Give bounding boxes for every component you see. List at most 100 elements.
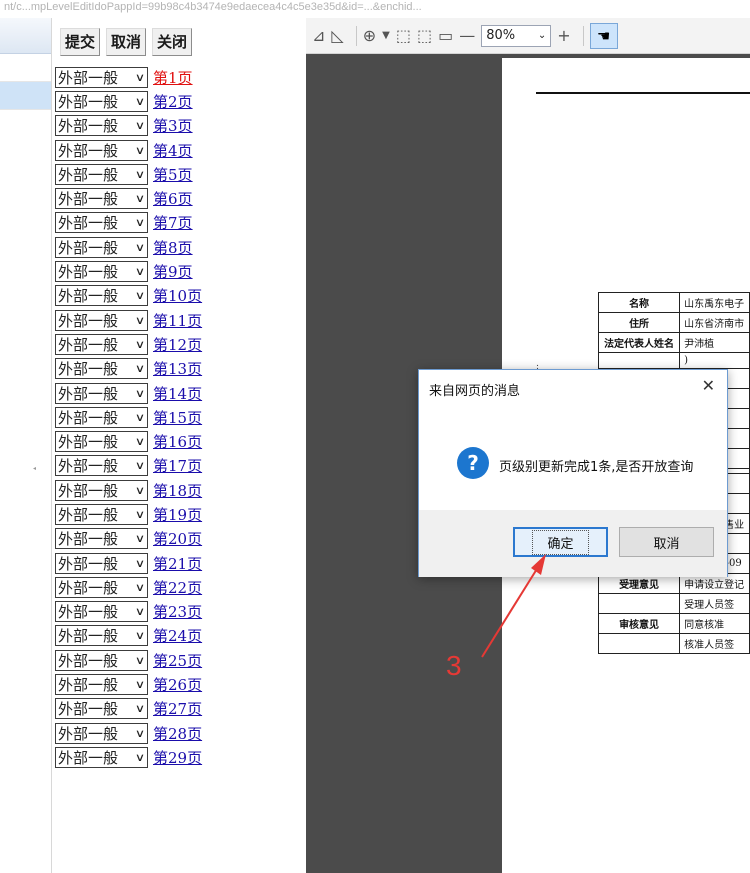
level-select[interactable]: 外部一般 ∨ (55, 479, 148, 501)
level-select-value: 外部一般 (58, 92, 119, 111)
level-select[interactable]: 外部一般 ∨ (55, 552, 148, 574)
level-select[interactable]: 外部一般 ∨ (55, 674, 148, 696)
level-select[interactable]: 外部一般 ∨ (55, 163, 148, 185)
chevron-down-icon: ∨ (134, 70, 146, 84)
page-link[interactable]: 第8页 (153, 237, 193, 258)
page-link[interactable]: 第11页 (153, 310, 202, 331)
page-link[interactable]: 第13页 (153, 358, 202, 379)
level-select[interactable]: 外部一般 ∨ (55, 358, 148, 380)
chevron-down-icon: ∨ (134, 362, 146, 376)
level-select[interactable]: 外部一般 ∨ (55, 236, 148, 258)
level-select[interactable]: 外部一般 ∨ (55, 90, 148, 112)
page-link[interactable]: 第12页 (153, 334, 202, 355)
cancel-button[interactable]: 取消 (106, 28, 147, 56)
close-button[interactable]: 关闭 (152, 28, 193, 56)
level-select[interactable]: 外部一般 ∨ (55, 455, 148, 477)
page-link[interactable]: 第2页 (153, 91, 193, 112)
page-link[interactable]: 第18页 (153, 480, 202, 501)
page-link[interactable]: 第6页 (153, 188, 193, 209)
level-select[interactable]: 外部一般 ∨ (55, 601, 148, 623)
chevron-down-icon: ⌄ (537, 29, 547, 41)
page-link[interactable]: 第9页 (153, 261, 193, 282)
level-select[interactable]: 外部一般 ∨ (55, 212, 148, 234)
level-select[interactable]: 外部一般 ∨ (55, 333, 148, 355)
page-link[interactable]: 第1页 (153, 67, 193, 88)
zoom-in-icon[interactable]: ⊕ (363, 25, 376, 47)
page-link[interactable]: 第5页 (153, 164, 193, 185)
zoom-out-icon[interactable]: — (459, 25, 475, 47)
zoom-value: 80% (486, 27, 516, 43)
panel-collapse-handle[interactable]: ◂ (33, 465, 37, 473)
left-nav-item-selected[interactable] (0, 82, 51, 110)
level-select[interactable]: 外部一般 ∨ (55, 261, 148, 283)
chevron-down-icon: ∨ (134, 94, 146, 108)
page-link[interactable]: 第22页 (153, 577, 202, 598)
submit-button[interactable]: 提交 (60, 28, 101, 56)
page-link[interactable]: 第28页 (153, 723, 202, 744)
level-select[interactable]: 外部一般 ∨ (55, 528, 148, 550)
left-nav-item[interactable] (0, 54, 51, 82)
level-select[interactable]: 外部一般 ∨ (55, 188, 148, 210)
page-level-row: 外部一般 ∨ 第24页 (55, 624, 202, 648)
page-link[interactable]: 第20页 (153, 528, 202, 549)
level-select[interactable]: 外部一般 ∨ (55, 309, 148, 331)
chevron-down-icon: ∨ (134, 265, 146, 279)
page-link[interactable]: 第27页 (153, 698, 202, 719)
level-select[interactable]: 外部一般 ∨ (55, 139, 148, 161)
level-select[interactable]: 外部一般 ∨ (55, 115, 148, 137)
page-link[interactable]: 第21页 (153, 553, 202, 574)
level-select-value: 外部一般 (58, 627, 119, 646)
ok-button[interactable]: 确定 (513, 527, 608, 557)
page-level-row: 外部一般 ∨ 第19页 (55, 502, 202, 526)
document-field-label: 名称 (597, 292, 681, 313)
level-select[interactable]: 外部一般 ∨ (55, 406, 148, 428)
fit-width-icon[interactable]: ⬚ (417, 25, 432, 47)
zoom-dropdown-icon[interactable]: ▼ (382, 25, 390, 47)
hand-tool-icon[interactable]: ☚ (589, 22, 618, 49)
level-select[interactable]: 外部一般 ∨ (55, 431, 148, 453)
fit-page-icon[interactable]: ⬚ (396, 25, 411, 47)
page-link[interactable]: 第26页 (153, 674, 202, 695)
level-select-value: 外部一般 (58, 263, 119, 282)
zoom-plus-icon[interactable]: + (557, 25, 570, 47)
level-select[interactable]: 外部一般 ∨ (55, 722, 148, 744)
page-link[interactable]: 第3页 (153, 115, 193, 136)
level-select-value: 外部一般 (58, 700, 119, 719)
level-select[interactable]: 外部一般 ∨ (55, 649, 148, 671)
page-link[interactable]: 第7页 (153, 212, 193, 233)
browser-url-bar[interactable]: nt/c...mpLevelEditIdoPappId=99b98c4b3474… (0, 0, 750, 18)
page-link[interactable]: 第15页 (153, 407, 202, 428)
page-level-row: 外部一般 ∨ 第13页 (55, 357, 202, 381)
zoom-select[interactable]: 80% ⌄ (481, 24, 552, 47)
level-select[interactable]: 外部一般 ∨ (55, 576, 148, 598)
level-select-value: 外部一般 (58, 676, 119, 695)
page-link[interactable]: 第16页 (153, 431, 202, 452)
page-link[interactable]: 第17页 (153, 455, 202, 476)
close-icon[interactable]: ✕ (702, 376, 715, 395)
page-level-row: 外部一般 ∨ 第7页 (55, 211, 202, 235)
page-link[interactable]: 第24页 (153, 625, 202, 646)
level-select[interactable]: 外部一般 ∨ (55, 285, 148, 307)
actual-size-icon[interactable]: ▭ (438, 25, 453, 47)
page-level-row: 外部一般 ∨ 第6页 (55, 186, 202, 210)
page-link[interactable]: 第19页 (153, 504, 202, 525)
level-select[interactable]: 外部一般 ∨ (55, 625, 148, 647)
page-link[interactable]: 第10页 (153, 285, 202, 306)
chevron-down-icon: ∨ (134, 507, 146, 521)
page-link[interactable]: 第4页 (153, 140, 193, 161)
page-level-row: 外部一般 ∨ 第8页 (55, 235, 202, 259)
level-select[interactable]: 外部一般 ∨ (55, 503, 148, 525)
document-field-value: 山东省济南市 (679, 312, 750, 333)
rotate-right-icon[interactable]: ◺ (331, 25, 343, 47)
level-select[interactable]: 外部一般 ∨ (55, 382, 148, 404)
level-select[interactable]: 外部一般 ∨ (55, 66, 148, 88)
rotate-left-icon[interactable]: ⊿ (312, 25, 325, 47)
dialog-cancel-button[interactable]: 取消 (619, 527, 714, 557)
page-link[interactable]: 第25页 (153, 650, 202, 671)
page-link[interactable]: 第23页 (153, 601, 202, 622)
level-select[interactable]: 外部一般 ∨ (55, 746, 148, 768)
page-link[interactable]: 第14页 (153, 383, 202, 404)
level-select[interactable]: 外部一般 ∨ (55, 698, 148, 720)
page-link[interactable]: 第29页 (153, 747, 202, 768)
page-level-row: 外部一般 ∨ 第9页 (55, 259, 202, 283)
